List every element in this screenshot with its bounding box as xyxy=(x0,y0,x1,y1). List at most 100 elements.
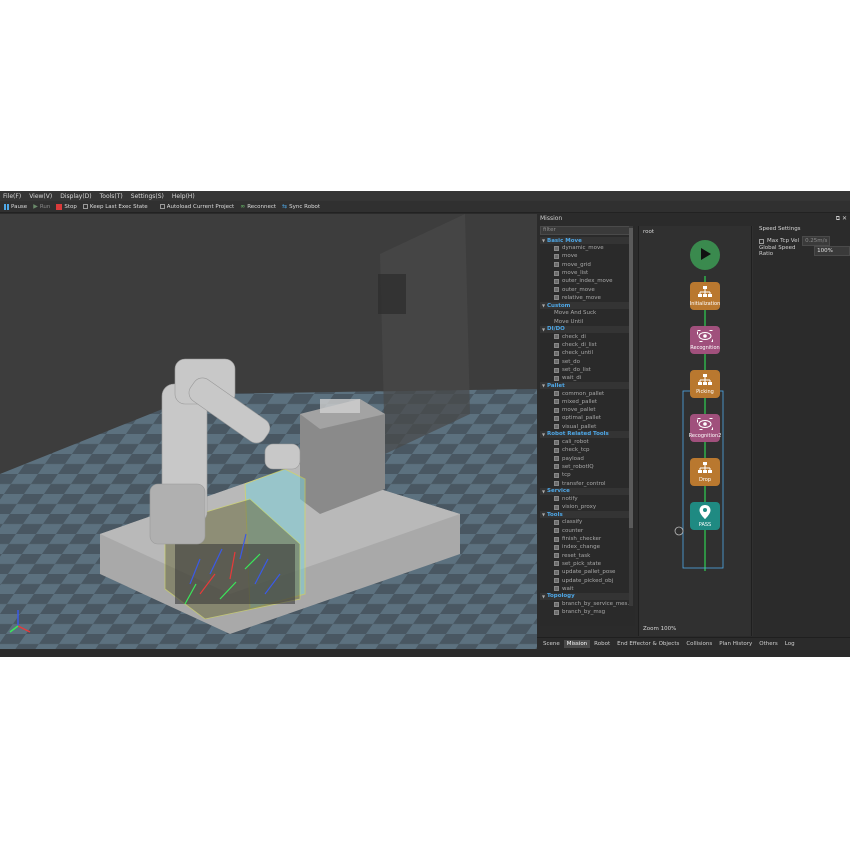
library-item[interactable]: outer_index_move xyxy=(540,277,635,285)
stop-button[interactable]: Stop xyxy=(56,203,77,210)
library-item-label: finish_checker xyxy=(562,536,602,543)
library-item[interactable]: move xyxy=(540,252,635,260)
library-item[interactable]: set_do_list xyxy=(540,366,635,374)
library-category[interactable]: ▼ Tools xyxy=(540,511,629,519)
library-category[interactable]: ▼ Pallet xyxy=(540,382,629,390)
library-item[interactable]: set_do xyxy=(540,358,635,366)
global-speed-input[interactable]: 100% xyxy=(814,246,850,256)
library-item[interactable]: check_di xyxy=(540,333,635,341)
library-item[interactable]: optimal_pallet xyxy=(540,414,635,422)
tab-robot[interactable]: Robot xyxy=(591,640,613,648)
library-item[interactable]: move_pallet xyxy=(540,406,635,414)
library-item[interactable]: mixed_pallet xyxy=(540,398,635,406)
flow-node[interactable] xyxy=(690,240,720,270)
flow-canvas[interactable]: root Initialization Recognition Picking Rec… xyxy=(638,226,753,636)
library-item[interactable]: visual_pallet xyxy=(540,423,635,431)
library-item[interactable]: common_pallet xyxy=(540,389,635,397)
library-item[interactable]: notify xyxy=(540,495,635,503)
task-icon xyxy=(554,544,559,550)
keep-last-exec-checkbox[interactable]: Keep Last Exec State xyxy=(82,204,148,210)
filter-input[interactable]: filter xyxy=(540,226,631,235)
flow-node[interactable]: Picking xyxy=(690,370,720,398)
tab-others[interactable]: Others xyxy=(756,640,780,648)
menu-settings[interactable]: Settings(S) xyxy=(131,193,164,200)
float-icon[interactable]: ⧉ xyxy=(836,215,840,222)
library-item[interactable]: counter xyxy=(540,527,635,535)
library-item[interactable]: transfer_control xyxy=(540,479,635,487)
library-category[interactable]: ▼ DI/DO xyxy=(540,325,629,333)
library-item[interactable]: index_change xyxy=(540,543,635,551)
menu-help[interactable]: Help(H) xyxy=(172,193,195,200)
library-item[interactable]: update_pallet_pose xyxy=(540,568,635,576)
library-item[interactable]: set_pick_state xyxy=(540,560,635,568)
max-tcp-checkbox[interactable] xyxy=(759,238,764,244)
library-item[interactable]: update_picked_obj xyxy=(540,576,635,584)
library-item[interactable]: payload xyxy=(540,455,635,463)
task-icon xyxy=(554,439,559,445)
flow-node[interactable]: Drop xyxy=(690,458,720,486)
tab-mission[interactable]: Mission xyxy=(563,639,591,648)
tab-log[interactable]: Log xyxy=(782,640,798,648)
library-category[interactable]: ▼ Robot Related Tools xyxy=(540,430,629,438)
menu-display[interactable]: Display(D) xyxy=(60,193,91,200)
run-button[interactable]: ▶ Run xyxy=(33,203,50,210)
tab-collisions[interactable]: Collisions xyxy=(683,640,715,648)
library-item[interactable]: vision_proxy xyxy=(540,503,635,511)
autoload-project-checkbox[interactable]: Autoload Current Project xyxy=(159,204,234,210)
task-icon xyxy=(554,334,559,340)
library-item[interactable]: outer_move xyxy=(540,285,635,293)
library-item[interactable]: branch_by_msg xyxy=(540,608,635,616)
panel-divider[interactable] xyxy=(751,226,752,636)
library-category[interactable]: ▼ Service xyxy=(540,487,629,495)
library-item[interactable]: check_until xyxy=(540,349,635,357)
tab-plan-history[interactable]: Plan History xyxy=(716,640,755,648)
library-item[interactable]: Move Until xyxy=(540,317,635,325)
flow-node[interactable]: Initialization xyxy=(690,282,720,310)
tab-end-effector-objects[interactable]: End Effector & Objects xyxy=(614,640,682,648)
library-item[interactable]: wait_di xyxy=(540,374,635,382)
library-item[interactable]: tcp xyxy=(540,471,635,479)
menu-tools[interactable]: Tools(T) xyxy=(100,193,123,200)
library-item[interactable]: move_grid xyxy=(540,261,635,269)
flow-node[interactable]: Recognition xyxy=(690,326,720,354)
library-category[interactable]: ▼ Basic Move xyxy=(540,237,629,244)
menu-file[interactable]: File(F) xyxy=(3,193,21,200)
flow-node[interactable]: PASS xyxy=(690,502,720,530)
task-icon xyxy=(554,569,559,575)
flow-node[interactable]: Recognition2 xyxy=(689,414,721,442)
library-item[interactable]: reset_task xyxy=(540,552,635,560)
library-item[interactable]: branch_by_service_mes... xyxy=(540,600,635,608)
library-item[interactable]: move_list xyxy=(540,269,635,277)
max-tcp-label: Max Tcp Vel xyxy=(767,238,800,244)
library-item[interactable]: relative_move xyxy=(540,294,635,302)
library-item[interactable]: classify xyxy=(540,518,635,526)
library-item-label: move_grid xyxy=(562,261,591,268)
library-item-label: set_robotIQ xyxy=(562,463,594,470)
tab-scene[interactable]: Scene xyxy=(540,640,563,648)
eye-icon xyxy=(697,329,713,344)
library-item[interactable]: Move And Suck xyxy=(540,309,635,317)
library-item[interactable]: cali_robot xyxy=(540,438,635,446)
reconnect-button[interactable]: ∞ Reconnect xyxy=(240,203,276,210)
task-icon xyxy=(554,342,559,348)
pause-button[interactable]: Pause xyxy=(4,203,27,210)
library-item[interactable]: wait xyxy=(540,585,635,593)
library-list: ▼ Basic Move dynamic_move move move_grid move… xyxy=(540,237,635,625)
library-scrollbar-thumb[interactable] xyxy=(629,228,633,528)
library-item[interactable]: set_robotIQ xyxy=(540,463,635,471)
sync-robot-button[interactable]: ⇆ Sync Robot xyxy=(282,203,320,210)
library-item[interactable]: dynamic_move xyxy=(540,244,635,252)
chevron-down-icon: ▼ xyxy=(541,238,546,243)
library-item[interactable]: check_tcp xyxy=(540,446,635,454)
speed-settings-title: Speed Settings xyxy=(759,226,801,232)
3d-viewport[interactable] xyxy=(0,214,537,649)
close-icon[interactable]: ✕ xyxy=(842,215,847,222)
library-category[interactable]: ▼ Topology xyxy=(540,592,629,600)
menu-view[interactable]: View(V) xyxy=(29,193,52,200)
library-category[interactable]: ▼ Custom xyxy=(540,302,629,310)
library-item-label: wait_di xyxy=(562,375,582,382)
library-item[interactable]: check_di_list xyxy=(540,341,635,349)
library-item[interactable]: finish_checker xyxy=(540,535,635,543)
library-item-label: relative_move xyxy=(562,294,601,301)
sync-robot-label: Sync Robot xyxy=(289,203,321,210)
